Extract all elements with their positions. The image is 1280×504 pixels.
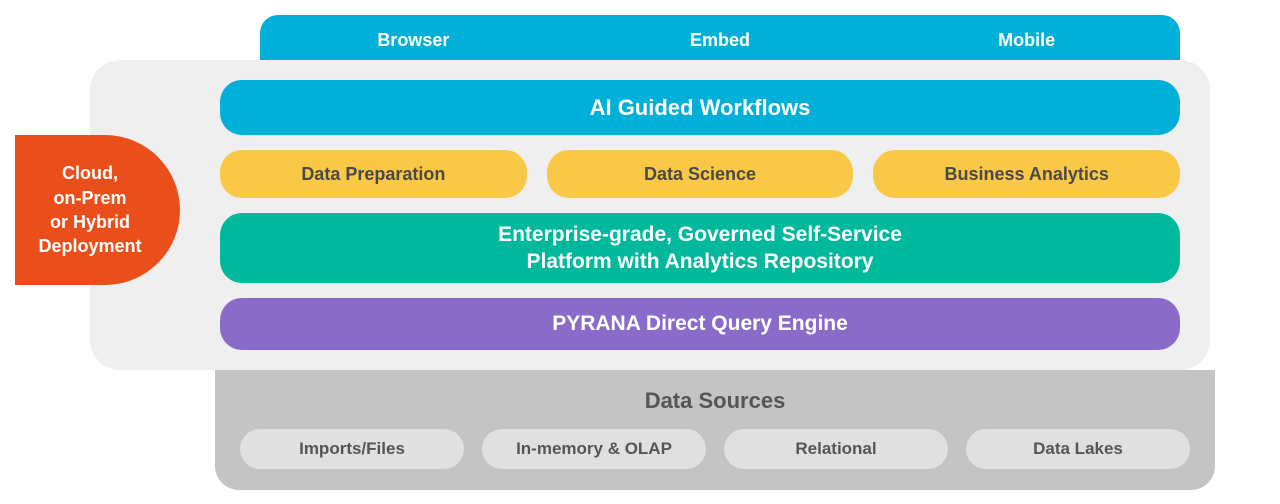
- deployment-badge: Cloud, on-Prem or Hybrid Deployment: [15, 135, 180, 285]
- client-mobile: Mobile: [873, 30, 1180, 51]
- client-browser: Browser: [260, 30, 567, 51]
- query-engine-layer: PYRANA Direct Query Engine: [220, 298, 1180, 350]
- deployment-label: Cloud, on-Prem or Hybrid Deployment: [38, 161, 141, 258]
- client-embed: Embed: [567, 30, 874, 51]
- data-sources-title: Data Sources: [240, 388, 1190, 414]
- data-source-datalakes: Data Lakes: [966, 429, 1190, 469]
- enterprise-platform-layer: Enterprise-grade, Governed Self-Service …: [220, 213, 1180, 283]
- client-types-bar: Browser Embed Mobile: [260, 15, 1180, 65]
- ai-workflows-layer: AI Guided Workflows: [220, 80, 1180, 135]
- data-source-relational: Relational: [724, 429, 948, 469]
- capability-data-preparation: Data Preparation: [220, 150, 527, 198]
- capability-data-science: Data Science: [547, 150, 854, 198]
- main-platform-card: AI Guided Workflows Data Preparation Dat…: [90, 60, 1210, 370]
- data-sources-section: Data Sources Imports/Files In-memory & O…: [215, 370, 1215, 490]
- data-source-inmemory: In-memory & OLAP: [482, 429, 706, 469]
- capability-business-analytics: Business Analytics: [873, 150, 1180, 198]
- data-sources-pills: Imports/Files In-memory & OLAP Relationa…: [240, 429, 1190, 469]
- data-source-imports: Imports/Files: [240, 429, 464, 469]
- diagram-container: Browser Embed Mobile Cloud, on-Prem or H…: [0, 0, 1280, 504]
- enterprise-platform-label: Enterprise-grade, Governed Self-Service …: [498, 221, 902, 276]
